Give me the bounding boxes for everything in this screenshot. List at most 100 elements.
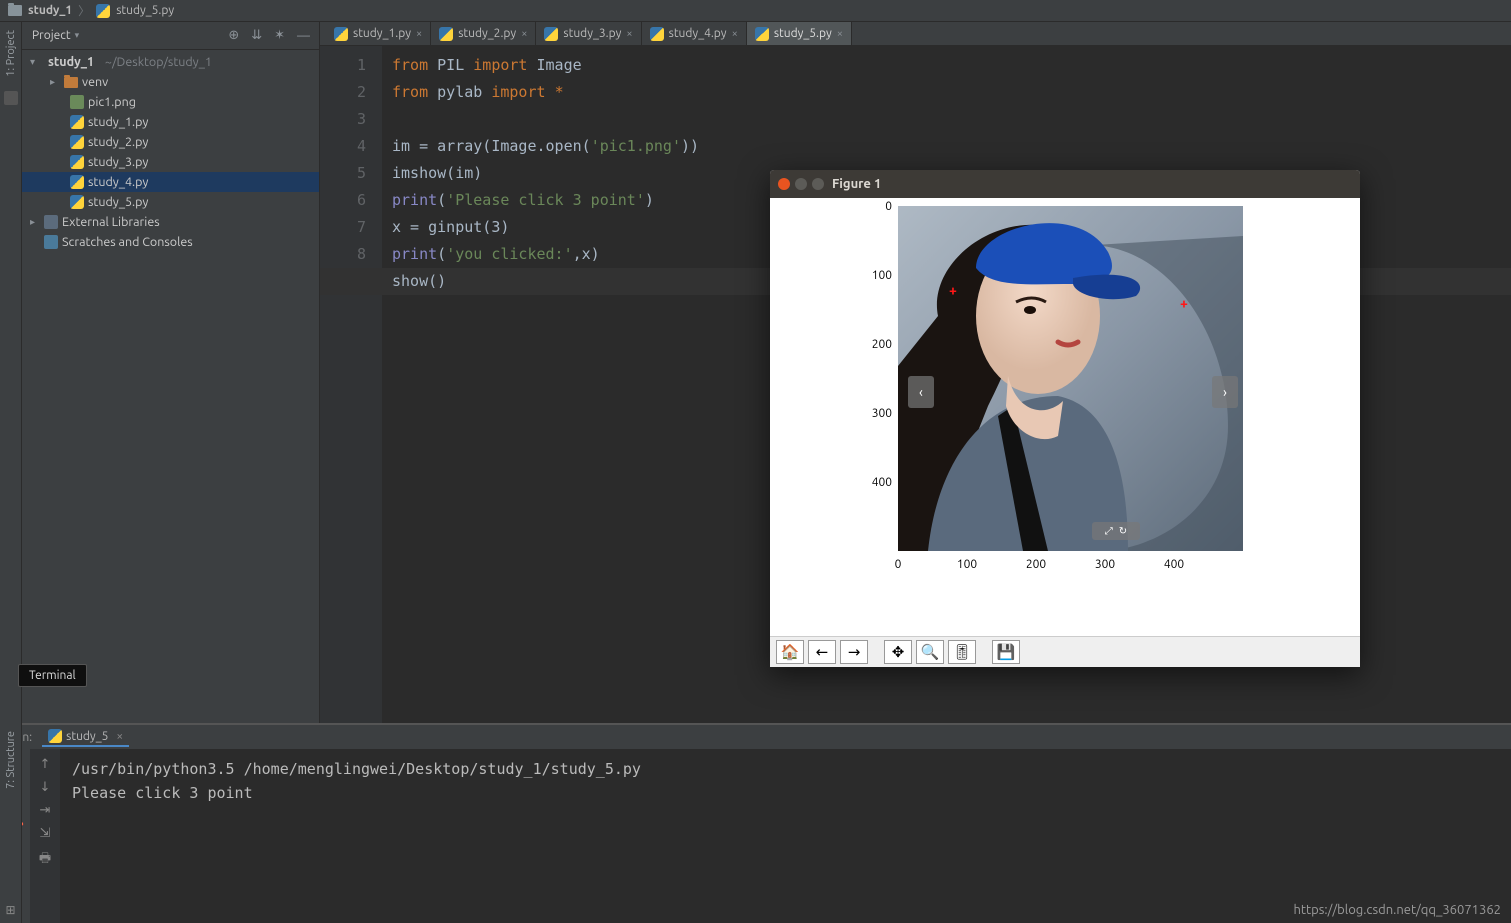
image-icon bbox=[70, 95, 84, 109]
python-icon bbox=[70, 135, 84, 149]
tree-venv[interactable]: ▸venv bbox=[22, 72, 319, 92]
tree-file[interactable]: pic1.png bbox=[22, 92, 319, 112]
chevron-icon: 〉 bbox=[78, 2, 90, 19]
tree-scratches[interactable]: Scratches and Consoles bbox=[22, 232, 319, 252]
tab-label: study_5.py bbox=[774, 27, 832, 40]
python-icon bbox=[650, 27, 664, 41]
sidebar-title[interactable]: Project bbox=[32, 29, 71, 42]
fullscreen-buttons[interactable]: ⤢↻ bbox=[1092, 522, 1140, 540]
run-toolbar-2: ↑ ↓ ⇥ ⇲ 🖶 bbox=[30, 749, 60, 923]
tree-label: Scratches and Consoles bbox=[62, 235, 193, 249]
figure-window[interactable]: Figure 1 bbox=[770, 170, 1360, 667]
close-icon[interactable]: × bbox=[732, 28, 738, 40]
tree-label: venv bbox=[82, 75, 108, 89]
back-button[interactable]: ← bbox=[808, 640, 836, 664]
run-tab-label: study_5 bbox=[66, 730, 108, 743]
close-icon[interactable]: × bbox=[416, 28, 422, 40]
rail-icon[interactable]: ⊞ bbox=[5, 903, 15, 917]
pan-button[interactable]: ✥ bbox=[884, 640, 912, 664]
close-icon[interactable]: × bbox=[837, 28, 843, 40]
breadcrumb: study_1 〉 study_5.py bbox=[0, 0, 1511, 22]
window-close-icon[interactable] bbox=[778, 178, 790, 190]
close-icon[interactable]: × bbox=[626, 28, 632, 40]
xtick: 200 bbox=[1026, 558, 1046, 571]
tree-root[interactable]: ▾study_1 ~/Desktop/study_1 bbox=[22, 52, 319, 72]
tab-study-5[interactable]: study_5.py × bbox=[747, 22, 852, 45]
figure-canvas[interactable]: 0 100 200 300 400 0 100 200 300 400 + + … bbox=[770, 198, 1360, 636]
tab-study-3[interactable]: study_3.py× bbox=[536, 22, 641, 45]
tree-file[interactable]: study_3.py bbox=[22, 152, 319, 172]
watermark: https://blog.csdn.net/qq_36071362 bbox=[1294, 903, 1502, 917]
run-tab[interactable]: study_5 × bbox=[42, 727, 129, 747]
python-icon bbox=[544, 27, 558, 41]
xtick: 100 bbox=[957, 558, 977, 571]
figure-title: Figure 1 bbox=[832, 177, 881, 191]
tree-external[interactable]: ▸External Libraries bbox=[22, 212, 319, 232]
close-icon[interactable]: × bbox=[521, 28, 527, 40]
python-icon bbox=[439, 27, 453, 41]
figure-axes[interactable] bbox=[898, 206, 1243, 551]
python-icon bbox=[755, 27, 769, 41]
line-gutter: 123456789 bbox=[320, 46, 382, 723]
save-button[interactable]: 💾 bbox=[992, 640, 1020, 664]
tree-file-selected[interactable]: study_4.py bbox=[22, 172, 319, 192]
window-maximize-icon[interactable] bbox=[812, 178, 824, 190]
figure-titlebar[interactable]: Figure 1 bbox=[770, 170, 1360, 198]
python-icon bbox=[70, 155, 84, 169]
console-cmd: /usr/bin/python3.5 /home/menglingwei/Des… bbox=[72, 757, 1499, 781]
tab-study-4[interactable]: study_4.py× bbox=[642, 22, 747, 45]
tree-file[interactable]: study_5.py bbox=[22, 192, 319, 212]
console-output[interactable]: /usr/bin/python3.5 /home/menglingwei/Des… bbox=[60, 749, 1511, 923]
console-line: Please click 3 point bbox=[72, 781, 1499, 805]
breadcrumb-file[interactable]: study_5.py bbox=[116, 4, 174, 17]
down-icon[interactable]: ↓ bbox=[40, 780, 51, 795]
terminal-tooltip: Terminal bbox=[18, 664, 87, 687]
up-icon[interactable]: ↑ bbox=[40, 757, 51, 772]
ytick: 400 bbox=[860, 476, 892, 489]
rail-icon[interactable] bbox=[4, 91, 18, 105]
zoom-button[interactable]: 🔍 bbox=[916, 640, 944, 664]
ginput-marker: + bbox=[949, 282, 957, 298]
project-tool-button[interactable]: 1: Project bbox=[5, 30, 17, 77]
gear-icon[interactable]: ✶ bbox=[271, 28, 288, 43]
close-icon[interactable]: × bbox=[116, 730, 123, 743]
run-panel: Run: study_5× ↻ ⊞ 📌 ↑ ↓ ⇥ ⇲ 🖶 /usr/bin/p… bbox=[0, 723, 1511, 923]
next-image-button[interactable]: › bbox=[1212, 376, 1238, 408]
ginput-marker: + bbox=[1180, 295, 1188, 311]
hide-icon[interactable]: — bbox=[294, 29, 313, 43]
project-sidebar: Project ▾ ⊕ ⇊ ✶ — ▾study_1 ~/Desktop/stu… bbox=[22, 22, 320, 723]
ytick: 100 bbox=[860, 269, 892, 282]
locate-icon[interactable]: ⊕ bbox=[225, 28, 242, 43]
wrap-icon[interactable]: ⇥ bbox=[40, 803, 51, 818]
tree-file[interactable]: study_1.py bbox=[22, 112, 319, 132]
structure-tool-button[interactable]: 7: Structure bbox=[5, 731, 17, 789]
rotate-icon[interactable]: ↻ bbox=[1119, 525, 1127, 537]
left-tool-rail: 1: Project bbox=[0, 22, 22, 723]
prev-image-button[interactable]: ‹ bbox=[908, 376, 934, 408]
collapse-icon[interactable]: ⇊ bbox=[248, 28, 265, 43]
python-icon bbox=[48, 729, 62, 743]
folder-icon bbox=[64, 77, 78, 88]
folder-icon bbox=[8, 5, 22, 16]
figure-toolbar: 🏠 ← → ✥ 🔍 🎚 💾 bbox=[770, 636, 1360, 667]
tab-study-1[interactable]: study_1.py× bbox=[326, 22, 431, 45]
tree-file[interactable]: study_2.py bbox=[22, 132, 319, 152]
library-icon bbox=[44, 215, 58, 229]
scroll-icon[interactable]: ⇲ bbox=[40, 826, 51, 841]
configure-button[interactable]: 🎚 bbox=[948, 640, 976, 664]
window-minimize-icon[interactable] bbox=[795, 178, 807, 190]
python-icon bbox=[70, 195, 84, 209]
tab-study-2[interactable]: study_2.py × bbox=[431, 22, 536, 45]
breadcrumb-project[interactable]: study_1 bbox=[28, 4, 72, 17]
python-icon bbox=[96, 4, 110, 18]
forward-button[interactable]: → bbox=[840, 640, 868, 664]
tree-label: pic1.png bbox=[88, 95, 136, 109]
tab-label: study_2.py bbox=[458, 27, 516, 40]
figure-image bbox=[898, 206, 1243, 551]
project-tree[interactable]: ▾study_1 ~/Desktop/study_1 ▸venv pic1.pn… bbox=[22, 50, 319, 723]
expand-icon[interactable]: ⤢ bbox=[1105, 525, 1113, 537]
tree-root-path: ~/Desktop/study_1 bbox=[105, 55, 212, 69]
print-icon[interactable]: 🖶 bbox=[39, 849, 51, 871]
xtick: 400 bbox=[1164, 558, 1184, 571]
home-button[interactable]: 🏠 bbox=[776, 640, 804, 664]
